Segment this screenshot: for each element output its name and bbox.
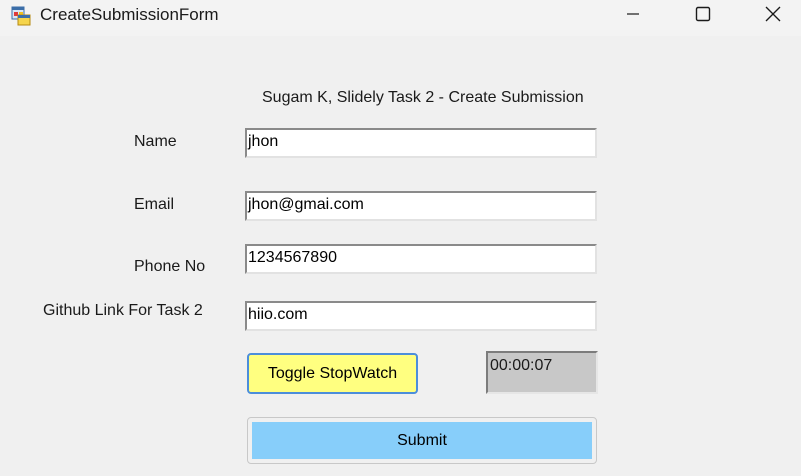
form-app-icon bbox=[11, 6, 31, 26]
name-label: Name bbox=[134, 133, 177, 150]
close-button[interactable] bbox=[750, 0, 796, 32]
github-label: Github Link For Task 2 bbox=[43, 302, 203, 319]
phone-label: Phone No bbox=[134, 258, 206, 275]
stopwatch-display: 00:00:07 bbox=[486, 351, 598, 394]
title-bar[interactable]: CreateSubmissionForm bbox=[0, 0, 801, 36]
submit-button[interactable]: Submit bbox=[252, 422, 592, 459]
phone-input[interactable]: 1234567890 bbox=[245, 244, 597, 274]
github-input[interactable]: hiio.com bbox=[245, 301, 597, 331]
minimize-button[interactable] bbox=[610, 0, 656, 32]
close-icon bbox=[765, 6, 781, 27]
submit-button-frame[interactable]: Submit bbox=[247, 417, 597, 464]
window-title: CreateSubmissionForm bbox=[40, 5, 219, 24]
form-heading: Sugam K, Slidely Task 2 - Create Submiss… bbox=[262, 89, 584, 106]
name-input[interactable]: jhon bbox=[245, 128, 597, 158]
email-label: Email bbox=[134, 196, 175, 213]
maximize-icon bbox=[695, 6, 711, 27]
maximize-button[interactable] bbox=[680, 0, 726, 32]
minimize-icon bbox=[626, 7, 640, 26]
toggle-stopwatch-button[interactable]: Toggle StopWatch bbox=[247, 353, 418, 394]
create-submission-window: CreateSubmissionForm Sugam K, Slidely Ta… bbox=[0, 0, 801, 476]
email-input[interactable]: jhon@gmai.com bbox=[245, 191, 597, 221]
